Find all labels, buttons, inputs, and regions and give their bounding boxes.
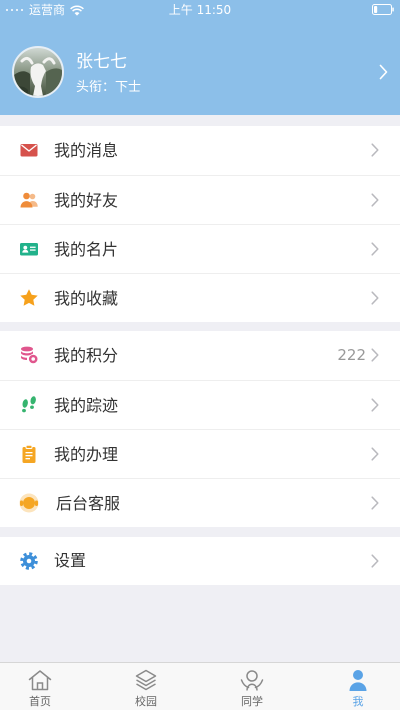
menu-item-points[interactable]: 我的积分 222 <box>0 331 400 380</box>
menu-item-label: 我的好友 <box>54 191 119 210</box>
menu-item-label: 我的踪迹 <box>54 396 119 415</box>
envelope-icon <box>19 140 39 160</box>
home-icon <box>27 668 53 692</box>
tab-label: 首页 <box>29 695 51 708</box>
status-bar: 运营商 上午 11:50 <box>0 0 400 20</box>
chevron-right-icon <box>371 242 379 256</box>
tab-label: 我 <box>352 695 364 708</box>
menu-item-label: 我的名片 <box>54 240 119 259</box>
profile-icon <box>345 668 371 692</box>
menu-item-favorites[interactable]: 我的收藏 <box>0 273 400 322</box>
footprints-icon <box>19 395 39 415</box>
chevron-right-icon <box>371 193 379 207</box>
chevron-right-icon <box>371 348 379 362</box>
bottom-tab-bar: 首页 校园 同学 我 <box>0 662 400 710</box>
tab-campus[interactable]: 校园 <box>106 663 186 710</box>
tab-label: 同学 <box>241 695 263 708</box>
chevron-right-icon <box>371 143 379 157</box>
chevron-right-icon <box>371 554 379 568</box>
menu-item-business-card[interactable]: 我的名片 <box>0 224 400 273</box>
signal-dots-icon <box>6 9 23 11</box>
avatar[interactable] <box>12 46 64 98</box>
menu-item-footprints[interactable]: 我的踪迹 <box>0 380 400 429</box>
me-screen: 运营商 上午 11:50 张七七 头衔：下士 我的消息 我的好友 我的名片 我的… <box>0 0 400 710</box>
business-card-icon <box>19 239 39 259</box>
battery-icon <box>372 4 394 15</box>
headset-icon <box>18 492 40 514</box>
user-rank-title: 头衔：下士 <box>76 80 142 95</box>
menu-item-label: 我的消息 <box>54 141 119 160</box>
clipboard-icon <box>19 444 39 464</box>
menu-item-applications[interactable]: 我的办理 <box>0 429 400 478</box>
menu-item-messages[interactable]: 我的消息 <box>0 126 400 175</box>
layers-icon <box>133 668 159 692</box>
menu-item-label: 我的收藏 <box>54 289 119 308</box>
menu-group-settings: 设置 <box>0 537 400 585</box>
menu-item-label: 设置 <box>54 551 87 570</box>
friends-icon <box>19 190 39 210</box>
wifi-icon <box>70 4 84 16</box>
chevron-right-icon <box>371 447 379 461</box>
profile-card[interactable]: 张七七 头衔：下士 <box>0 20 400 115</box>
gear-icon <box>19 551 39 571</box>
status-time: 上午 11:50 <box>168 3 232 17</box>
menu-group-personal: 我的消息 我的好友 我的名片 我的收藏 <box>0 126 400 322</box>
chevron-right-icon <box>371 398 379 412</box>
classmates-icon <box>239 668 265 692</box>
menu-item-label: 我的办理 <box>54 445 119 464</box>
menu-item-friends[interactable]: 我的好友 <box>0 175 400 224</box>
user-name: 张七七 <box>76 52 127 72</box>
menu-group-activity: 我的积分 222 我的踪迹 我的办理 后台客服 <box>0 331 400 527</box>
tab-label: 校园 <box>135 695 157 708</box>
menu-item-label: 后台客服 <box>56 494 121 513</box>
chevron-right-icon <box>379 64 388 80</box>
tab-classmates[interactable]: 同学 <box>212 663 292 710</box>
points-icon <box>19 345 39 365</box>
menu-item-customer-service[interactable]: 后台客服 <box>0 478 400 527</box>
menu-item-settings[interactable]: 设置 <box>0 537 400 585</box>
status-left: 运营商 <box>6 0 84 20</box>
carrier-name: 运营商 <box>29 3 66 17</box>
battery-level-fill <box>374 6 378 13</box>
tab-home[interactable]: 首页 <box>0 663 80 710</box>
chevron-right-icon <box>371 496 379 510</box>
tab-me[interactable]: 我 <box>318 663 398 710</box>
chevron-right-icon <box>371 291 379 305</box>
profile-header: 运营商 上午 11:50 张七七 头衔：下士 <box>0 0 400 115</box>
star-icon <box>19 288 39 308</box>
menu-item-label: 我的积分 <box>54 346 119 365</box>
points-value: 222 <box>337 346 366 364</box>
